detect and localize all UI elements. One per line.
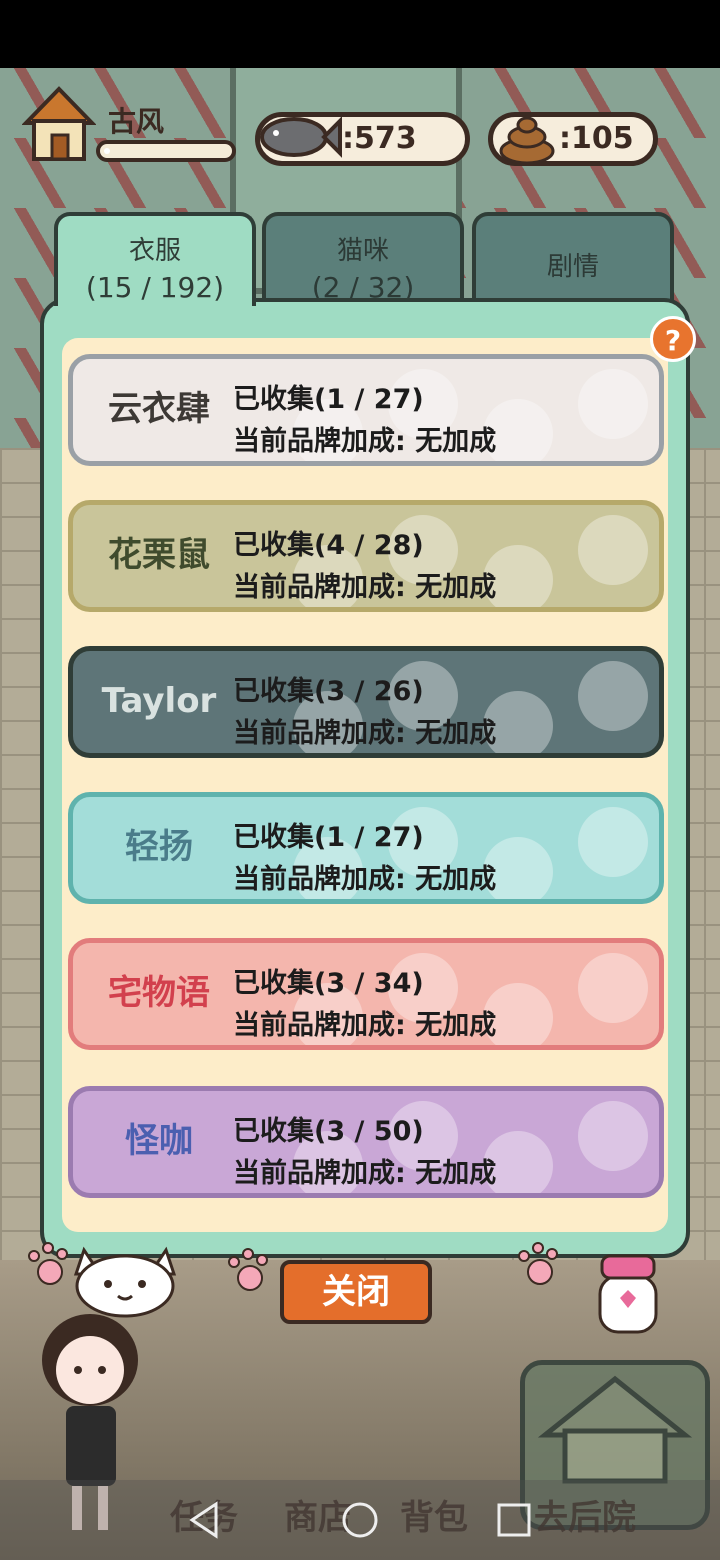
tab-label: 衣服 [128,236,181,266]
brand-logo: 云衣肆 [108,389,210,430]
brand-logo: 轻扬 [125,827,193,868]
bottle-icon[interactable] [586,1236,670,1336]
experience-bar [96,140,236,162]
brand-collected-count: 已收集(1 / 27) [233,822,424,853]
player-name: 古风 [108,105,165,138]
brand-pattern [578,515,648,585]
tab-label: 剧情 [546,252,599,282]
brand-collected-count: 已收集(3 / 26) [233,676,424,707]
brand-bonus-text: 当前品牌加成: 无加成 [233,718,497,749]
brand-row[interactable]: 怪咖 已收集(3 / 50) 当前品牌加成: 无加成 [68,1086,664,1198]
fish-icon [260,116,342,158]
brand-logo: Taylor [101,681,217,722]
close-button[interactable]: 关闭 [280,1260,432,1324]
brand-collected-count: 已收集(1 / 27) [233,384,424,415]
experience-bar-fill [104,148,111,154]
fish-currency[interactable]: :573 [255,112,470,166]
brand-row[interactable]: Taylor 已收集(3 / 26) 当前品牌加成: 无加成 [68,646,664,758]
brand-row[interactable]: 花栗鼠 已收集(4 / 28) 当前品牌加成: 无加成 [68,500,664,612]
brand-pattern [578,953,648,1023]
brand-pattern [578,369,648,439]
back-icon[interactable] [184,1498,228,1542]
fish-count: :573 [342,121,417,156]
brand-bonus-text: 当前品牌加成: 无加成 [233,572,497,603]
poop-currency[interactable]: :105 [488,112,658,166]
brand-bonus-text: 当前品牌加成: 无加成 [233,1158,497,1189]
brand-bonus-text: 当前品牌加成: 无加成 [233,426,497,457]
brand-row[interactable]: 轻扬 已收集(1 / 27) 当前品牌加成: 无加成 [68,792,664,904]
tab-count: (15 / 192) [85,271,225,304]
cat-mascot [73,1246,177,1318]
home-icon[interactable] [338,1498,382,1542]
brand-logo: 花栗鼠 [108,535,210,576]
brand-logo: 宅物语 [108,973,210,1014]
brand-collected-count: 已收集(3 / 34) [233,968,424,999]
tab-cats[interactable]: 猫咪 (2 / 32) [262,212,464,306]
brand-pattern [578,807,648,877]
tab-label: 猫咪 [336,236,389,266]
brand-bonus-text: 当前品牌加成: 无加成 [233,864,497,895]
house-icon [537,1375,693,1484]
brand-collected-count: 已收集(4 / 28) [233,530,424,561]
house-level-icon[interactable] [21,85,97,165]
system-navigation-bar [0,1480,720,1560]
brand-logo: 怪咖 [125,1121,193,1162]
poop-icon [499,116,555,165]
tab-story[interactable]: 剧情 [472,212,674,306]
brand-bonus-text: 当前品牌加成: 无加成 [233,1010,497,1041]
tab-clothes[interactable]: 衣服 (15 / 192) [54,212,256,306]
brand-row[interactable]: 宅物语 已收集(3 / 34) 当前品牌加成: 无加成 [68,938,664,1050]
poop-count: :105 [559,121,634,156]
brand-pattern [578,661,648,731]
help-button[interactable]: ? [650,316,696,362]
recents-icon[interactable] [492,1498,536,1542]
brand-pattern [578,1101,648,1171]
brand-collected-count: 已收集(3 / 50) [233,1116,424,1147]
brand-row[interactable]: 云衣肆 已收集(1 / 27) 当前品牌加成: 无加成 [68,354,664,466]
